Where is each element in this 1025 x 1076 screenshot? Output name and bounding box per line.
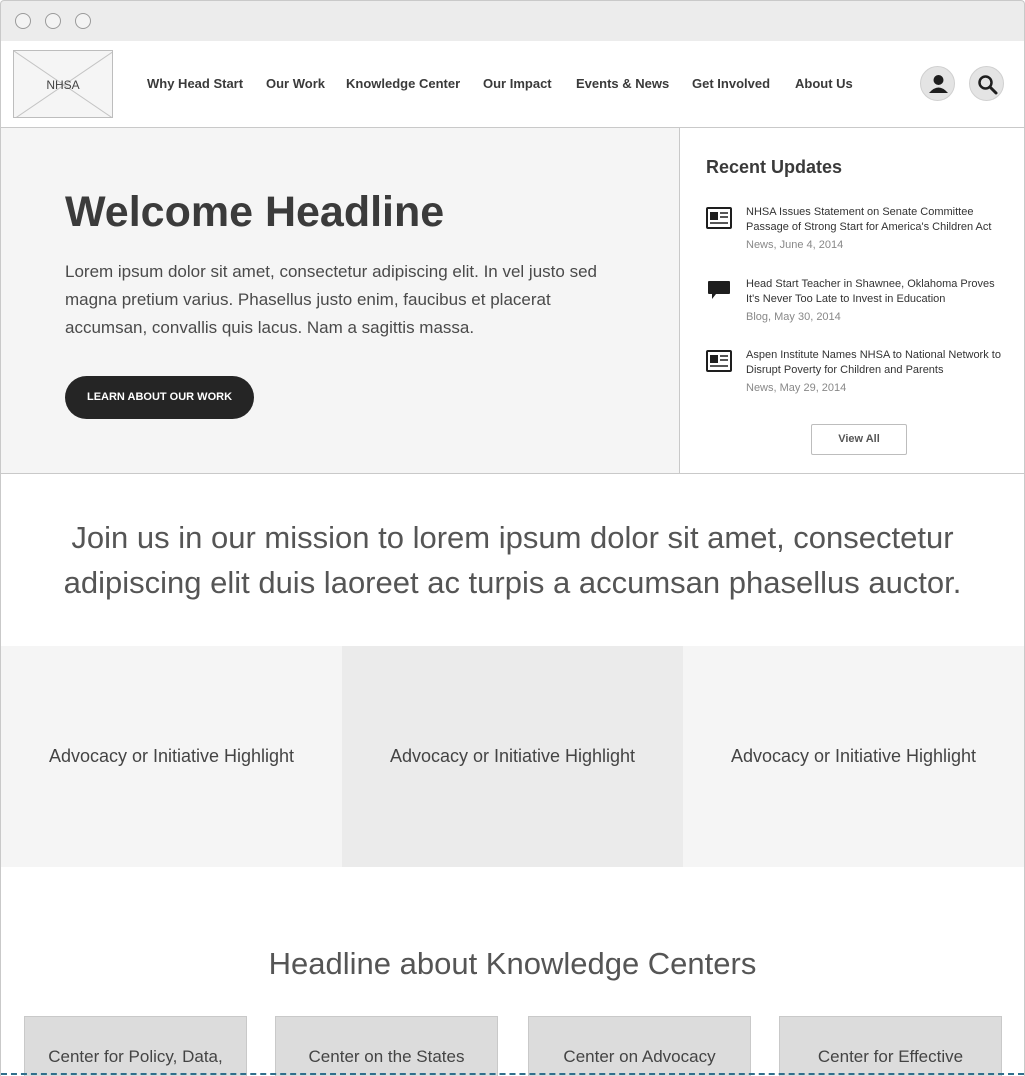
view-all-button[interactable]: View All (811, 424, 907, 455)
search-button[interactable] (969, 66, 1004, 101)
user-icon (929, 75, 948, 93)
update-meta: News, June 4, 2014 (746, 239, 844, 251)
site-logo[interactable]: NHSA (13, 50, 113, 118)
window-minimize-button[interactable] (45, 13, 61, 29)
window-close-button[interactable] (15, 13, 31, 29)
recent-updates-title: Recent Updates (706, 157, 843, 177)
page-fold-line (1, 1073, 1024, 1075)
mission-statement: Join us in our mission to lorem ipsum do… (63, 520, 962, 600)
newspaper-icon (706, 350, 732, 372)
knowledge-centers-headline: Headline about Knowledge Centers (268, 946, 757, 981)
recent-updates-panel: Recent Updates NHSA Issues Statement on … (679, 128, 1024, 474)
logo-text: NHSA (46, 78, 80, 92)
knowledge-center-card-3[interactable]: Center on Advocacy (528, 1016, 751, 1076)
page: NHSA Why Head Start Our Work Knowledge C… (0, 41, 1025, 1076)
hero-section: Welcome Headline Lorem ipsum dolor sit a… (1, 128, 679, 474)
newspaper-icon (706, 207, 732, 229)
highlight-card-1[interactable]: Advocacy or Initiative Highlight (1, 646, 342, 867)
nav-get-involved[interactable]: Get Involved (692, 76, 770, 91)
nav-knowledge-center[interactable]: Knowledge Center (346, 76, 460, 91)
highlight-card-3[interactable]: Advocacy or Initiative Highlight (683, 646, 1024, 867)
update-meta: News, May 29, 2014 (746, 382, 847, 394)
speech-bubble-icon (708, 281, 730, 299)
browser-window-chrome (0, 0, 1025, 42)
update-title[interactable]: NHSA Issues Statement on Senate Committe… (746, 205, 1004, 235)
update-title[interactable]: Aspen Institute Names NHSA to National N… (746, 348, 1004, 378)
search-icon (978, 75, 998, 95)
knowledge-center-card-4[interactable]: Center for Effective (779, 1016, 1002, 1076)
knowledge-center-card-1[interactable]: Center for Policy, Data, (24, 1016, 247, 1076)
site-header: NHSA Why Head Start Our Work Knowledge C… (1, 41, 1024, 128)
account-button[interactable] (920, 66, 955, 101)
hero-headline: Welcome Headline (65, 188, 445, 236)
knowledge-center-card-2[interactable]: Center on the States (275, 1016, 498, 1076)
learn-about-our-work-button[interactable]: LEARN ABOUT OUR WORK (65, 376, 254, 419)
highlight-card-2[interactable]: Advocacy or Initiative Highlight (342, 646, 683, 867)
nav-events-news[interactable]: Events & News (576, 76, 669, 91)
nav-our-impact[interactable]: Our Impact (483, 76, 552, 91)
nav-about-us[interactable]: About Us (795, 76, 853, 91)
nav-our-work[interactable]: Our Work (266, 76, 325, 91)
update-meta: Blog, May 30, 2014 (746, 311, 841, 323)
window-maximize-button[interactable] (75, 13, 91, 29)
hero-body: Lorem ipsum dolor sit amet, consectetur … (65, 262, 597, 337)
update-title[interactable]: Head Start Teacher in Shawnee, Oklahoma … (746, 277, 1004, 307)
nav-why-head-start[interactable]: Why Head Start (147, 76, 243, 91)
